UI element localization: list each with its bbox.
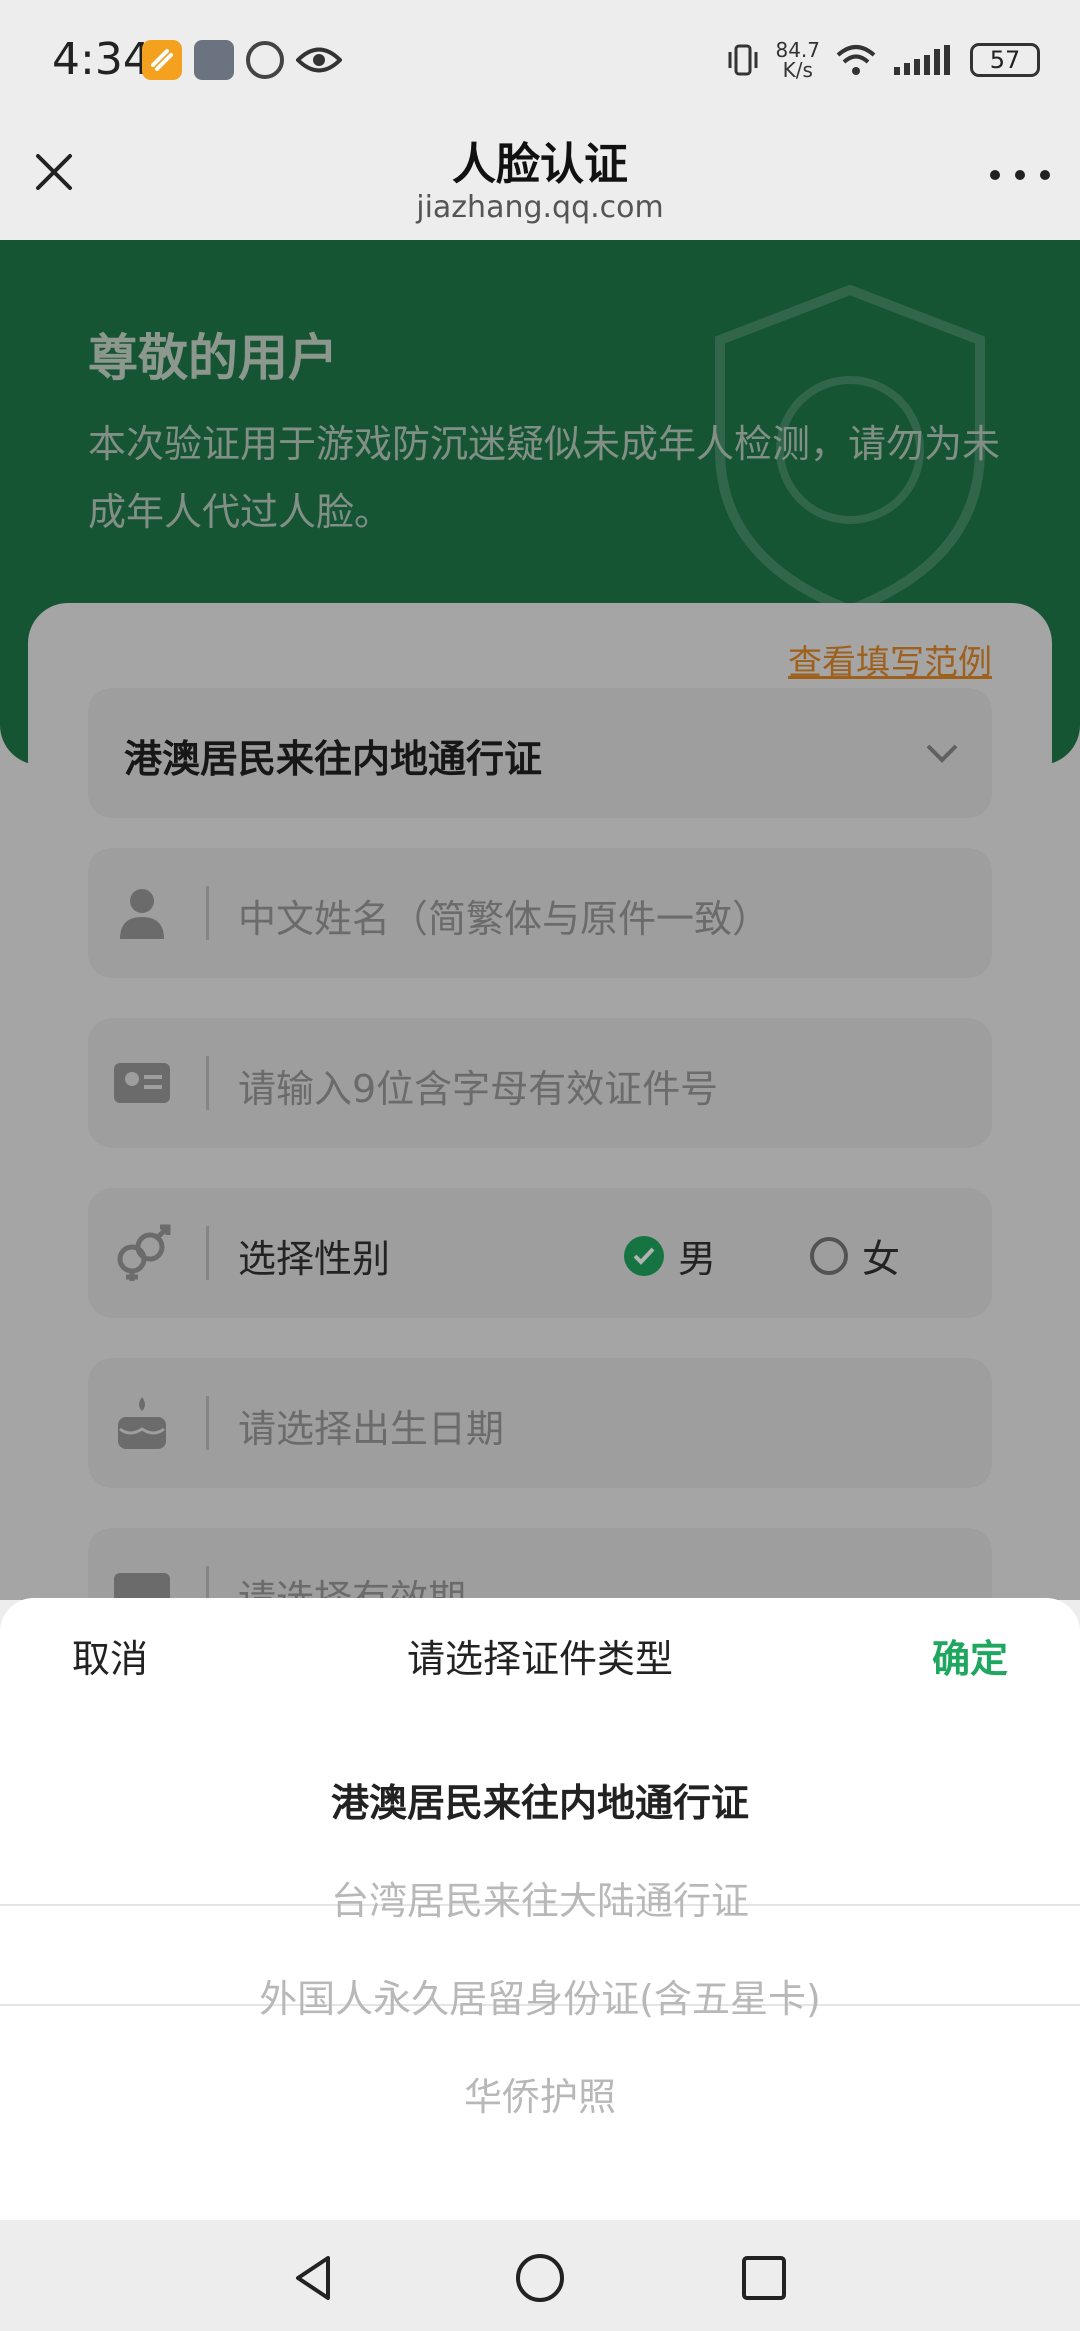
page-title: 人脸认证 [452,139,628,190]
net-speed-value: 84.7 [775,38,820,62]
eye-icon [296,47,342,73]
more-dot [990,170,1000,180]
more-icon[interactable] [990,150,1050,200]
confirm-button[interactable]: 确定 [932,1628,1008,1683]
sync-icon [246,41,284,79]
status-time: 4:34 [52,34,151,85]
back-icon[interactable] [288,2252,340,2304]
more-dot [1040,170,1050,180]
status-icons-left [142,40,342,80]
net-speed: 84.7 K/s [775,40,820,80]
picker-title: 请选择证件类型 [406,1637,673,1681]
picker-option[interactable]: 港澳居民来往内地通行证 [0,1772,1080,1827]
picker-option[interactable]: 外国人永久居留身份证(含五星卡) [0,1968,1080,2023]
page-domain: jiazhang.qq.com [416,190,664,225]
app-icon [142,40,182,80]
picker-option[interactable]: 华侨护照 [0,2066,1080,2121]
battery-level: 57 [989,46,1021,74]
modal-overlay[interactable] [0,240,1080,1600]
wifi-icon [836,45,876,75]
recents-icon[interactable] [738,2252,790,2304]
picker-option[interactable]: 台湾居民来往大陆通行证 [0,1870,1080,1925]
home-icon[interactable] [514,2252,566,2304]
signal-icon [894,45,950,75]
game-avatar-icon [194,40,234,80]
status-icons-right: 84.7 K/s 57 [725,40,1040,80]
more-dot [1015,170,1025,180]
battery-icon: 57 [970,43,1040,77]
net-speed-unit: K/s [782,58,813,82]
vibrate-icon [728,44,758,76]
